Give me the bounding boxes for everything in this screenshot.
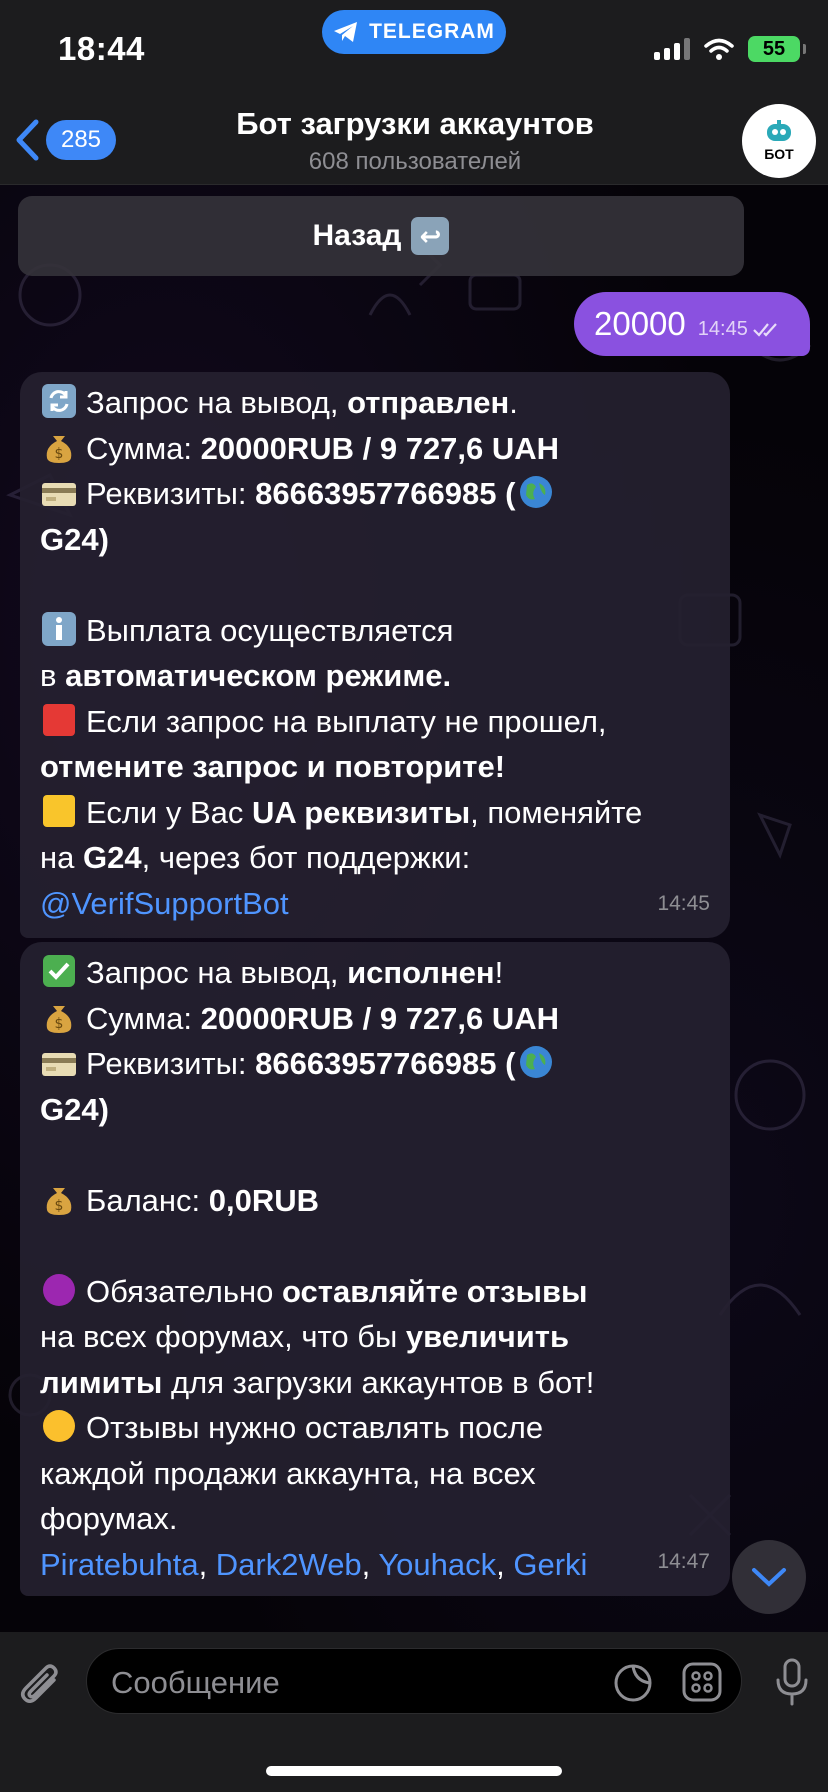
- chevron-down-icon: [752, 1568, 786, 1587]
- money-bag-icon: $: [40, 1000, 78, 1034]
- back-keyboard-button[interactable]: Назад ↩: [18, 196, 744, 276]
- sticker-icon[interactable]: [613, 1663, 653, 1703]
- avatar[interactable]: БОТ: [742, 104, 816, 178]
- back-button[interactable]: 285: [14, 118, 116, 162]
- message-line: G24): [40, 521, 109, 557]
- svg-text:$: $: [55, 446, 64, 462]
- message-line: форумах.: [40, 1501, 178, 1536]
- incoming-message-withdraw-sent[interactable]: Запрос на вывод, отправлен. $ Сумма: 2000…: [20, 372, 730, 938]
- check-mark-icon: [40, 954, 78, 988]
- message-line: Если у Вас UA реквизиты, поменяйте: [40, 790, 708, 836]
- svg-text:$: $: [55, 1198, 64, 1214]
- message-line: Отзывы нужно оставлять после: [40, 1405, 708, 1451]
- message-placeholder: Сообщение: [111, 1665, 280, 1700]
- credit-card-icon: [40, 1046, 78, 1080]
- read-checks-icon: [753, 323, 777, 337]
- chat-title: Бот загрузки аккаунтов: [236, 106, 594, 141]
- forum-links-line: Piratebuhta, Dark2Web, Youhack, Gerki: [40, 1546, 588, 1582]
- message-field[interactable]: Сообщение: [86, 1648, 742, 1714]
- incoming-message-withdraw-done[interactable]: Запрос на вывод, исполнен! $ Сумма: 20000…: [20, 942, 730, 1596]
- status-time: 18:44: [58, 30, 145, 67]
- outgoing-message[interactable]: 20000 14:45: [574, 292, 810, 356]
- forum-link[interactable]: Youhack: [378, 1547, 496, 1582]
- yellow-square-icon: [40, 794, 78, 828]
- wifi-icon: [704, 38, 734, 60]
- message-input-bar: Сообщение: [0, 1632, 828, 1792]
- support-bot-link[interactable]: @VerifSupportBot: [40, 886, 289, 921]
- message-line: Запрос на вывод, исполнен!: [40, 950, 708, 996]
- message-line: Запрос на вывод, отправлен.: [40, 380, 708, 426]
- red-square-icon: [40, 703, 78, 737]
- return-arrow-icon: ↩: [411, 217, 450, 255]
- battery-icon: 55: [748, 36, 806, 62]
- money-bag-icon: $: [40, 1182, 78, 1216]
- message-line: @VerifSupportBot: [40, 881, 708, 927]
- message-line: Если запрос на выплату не прошел,: [40, 699, 708, 745]
- message-line: G24): [40, 1091, 109, 1127]
- forum-link[interactable]: Dark2Web: [216, 1547, 362, 1582]
- message-line: $ Баланс: 0,0RUB: [40, 1178, 708, 1224]
- status-indicators: 55: [654, 36, 806, 62]
- message-line: на всех форумах, что бы увеличить: [40, 1319, 570, 1354]
- chat-subtitle: 608 пользователей: [308, 148, 522, 175]
- info-icon: [40, 611, 78, 646]
- yellow-circle-icon: [40, 1409, 78, 1443]
- forum-link[interactable]: Gerki: [513, 1547, 587, 1582]
- message-line: на G24, через бот поддержки:: [40, 840, 471, 875]
- purple-circle-icon: [40, 1273, 78, 1307]
- battery-level: 55: [762, 37, 786, 60]
- message-line: Обязательно оставляйте отзывы: [40, 1269, 708, 1315]
- chat-title-block[interactable]: Бот загрузки аккаунтов 608 пользователей: [150, 106, 680, 176]
- message-line: Реквизиты: 86663957766985 (: [40, 471, 708, 517]
- empty-line: [40, 562, 708, 608]
- message-time: 14:45: [657, 891, 710, 915]
- paperclip-icon[interactable]: [18, 1660, 66, 1710]
- svg-text:$: $: [55, 1016, 64, 1032]
- robot-icon: [767, 120, 791, 141]
- telegram-pill[interactable]: TELEGRAM: [322, 10, 506, 54]
- message-line: $ Сумма: 20000RUB / 9 727,6 UAH: [40, 426, 708, 472]
- message-line: $ Сумма: 20000RUB / 9 727,6 UAH: [40, 996, 708, 1042]
- signal-icon: [654, 38, 690, 60]
- outgoing-text: 20000: [594, 305, 686, 342]
- outgoing-time: 14:45: [697, 317, 748, 340]
- globe-icon: [517, 475, 555, 509]
- message-line: в автоматическом режиме.: [40, 658, 452, 693]
- microphone-icon[interactable]: [774, 1658, 810, 1706]
- message-line: отмените запрос и повторите!: [40, 749, 506, 784]
- empty-line: [40, 1223, 708, 1269]
- telegram-pill-label: TELEGRAM: [369, 20, 495, 43]
- globe-icon: [517, 1045, 555, 1079]
- forum-link[interactable]: Piratebuhta: [40, 1547, 199, 1582]
- message-line: Реквизиты: 86663957766985 (: [40, 1041, 708, 1087]
- refresh-icon: [40, 384, 78, 418]
- message-line: каждой продажи аккаунта, на всех: [40, 1455, 536, 1491]
- credit-card-icon: [40, 476, 78, 510]
- home-indicator: [266, 1766, 562, 1776]
- scroll-down-button[interactable]: [732, 1540, 806, 1614]
- telegram-plane-icon: [334, 22, 358, 42]
- emoji-keyboard-icon[interactable]: [681, 1661, 723, 1703]
- message-line: Выплата осуществляется: [40, 608, 708, 654]
- message-line: лимиты для загрузки аккаунтов в бот!: [40, 1364, 595, 1400]
- message-time: 14:47: [657, 1549, 710, 1573]
- chevron-left-icon: [16, 119, 39, 161]
- money-bag-icon: $: [40, 430, 78, 464]
- back-keyboard-label: Назад: [312, 219, 402, 252]
- unread-count-badge: 285: [46, 120, 116, 160]
- chat-header: 18:44 TELEGRAM 55 285 Бот загрузки аккау…: [0, 0, 828, 185]
- avatar-label: БОТ: [764, 146, 794, 162]
- empty-line: [40, 1132, 708, 1178]
